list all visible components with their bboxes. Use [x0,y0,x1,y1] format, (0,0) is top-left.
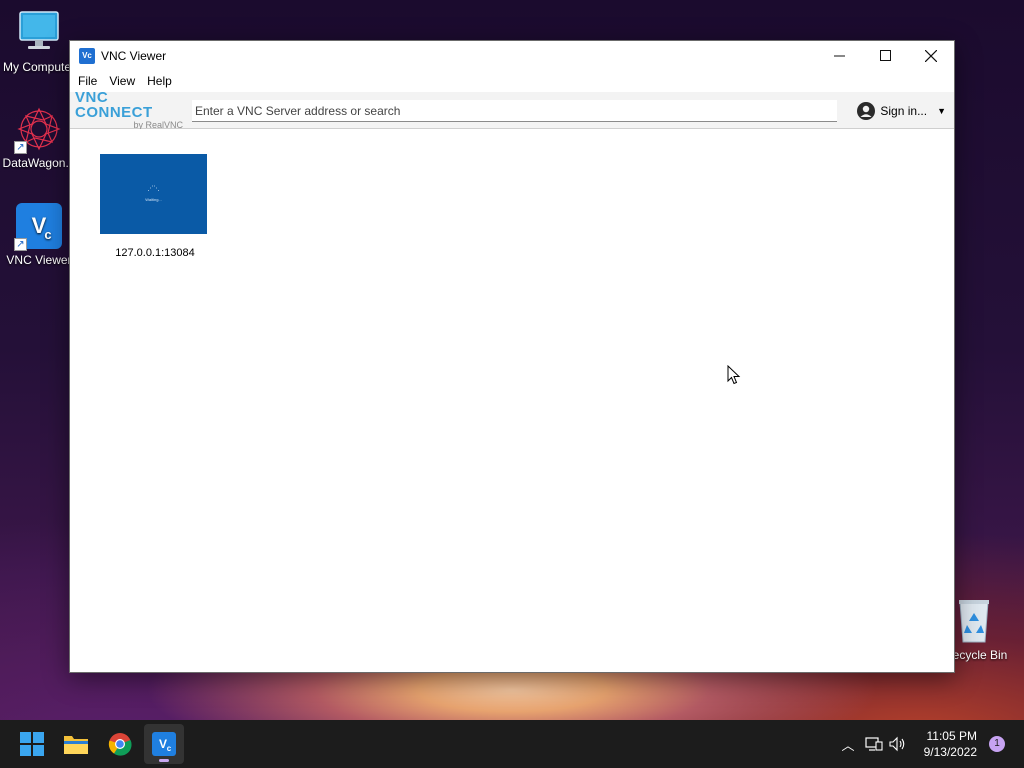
clock-time: 11:05 PM [926,729,977,743]
desktop-icon-vnc-viewer[interactable]: V c ↗ VNC Viewer [0,203,78,267]
monitor-icon [16,10,62,56]
show-hidden-icons-chevron-icon[interactable]: ︿ [838,735,858,754]
desktop-icon-label: Recycle Bin [946,648,1008,662]
clock[interactable]: 11:05 PM 9/13/2022 [924,728,977,760]
vnc-app-icon: Vc [79,47,95,64]
folder-icon [64,736,88,754]
desktop-icon-label: My Computer [2,60,76,74]
chevron-down-icon[interactable]: ▼ [937,106,946,116]
volume-icon[interactable] [889,736,907,752]
desktop-icon-label: DataWagon... [2,156,76,170]
toolbar: VNC CONNECT by RealVNC Sign in... ▼ [70,90,954,131]
desktop-icon-label: VNC Viewer [6,253,72,267]
notification-badge[interactable]: 1 [989,736,1005,752]
desktop-icon-my-computer[interactable]: My Computer [0,10,78,74]
file-explorer-button[interactable] [56,724,96,764]
start-button[interactable] [12,724,52,764]
vnc-viewer-taskbar-button[interactable]: V c [144,724,184,764]
vnc-viewer-icon: V c [152,732,176,756]
minimize-icon [833,55,845,57]
active-app-indicator [159,759,169,762]
mouse-cursor-icon [727,365,741,385]
desktop-icon-datawagon[interactable]: ↗ DataWagon... [0,106,78,170]
system-tray: ︿ [838,720,907,768]
svg-text:c: c [44,227,51,242]
maximize-icon [879,50,891,61]
clock-date: 9/13/2022 [923,745,977,759]
datawagon-logo-icon: ↗ [14,106,62,154]
vnc-viewer-window: Vc VNC Viewer File View Help VNC CONNECT… [69,40,955,673]
chrome-icon [108,733,132,756]
sign-in-button[interactable]: Sign in... ▼ [857,100,946,122]
windows-logo-icon [20,732,44,756]
vnc-connect-logo: VNC CONNECT by RealVNC [70,90,188,131]
menu-file[interactable]: File [72,74,103,88]
recycle-bin-icon [954,598,994,644]
minimize-button[interactable] [816,41,862,70]
menu-help[interactable]: Help [141,74,178,88]
brand-name: VNC CONNECT [75,88,153,121]
address-book-area: ⋰⋱ Waiting... 127.0.0.1:13084 [70,129,954,672]
connection-label: 127.0.0.1:13084 [115,247,195,259]
taskbar: V c ︿ 11:05 PM 9/13/2022 1 [0,720,1024,768]
menu-view[interactable]: View [103,74,141,88]
vnc-viewer-icon: V c ↗ [14,203,62,251]
connection-thumbnail[interactable]: ⋰⋱ Waiting... [100,154,207,234]
user-avatar-icon [857,102,876,120]
desktop-icon-recycle-bin[interactable]: Recycle Bin [946,598,1024,662]
thumbnail-status-text: Waiting... [145,197,162,202]
connection-card[interactable]: ⋰⋱ Waiting... 127.0.0.1:13084 [100,154,210,259]
shortcut-arrow-icon: ↗ [14,238,27,251]
loading-spinner-icon: ⋰⋱ [147,186,160,192]
network-icon[interactable] [865,736,883,752]
close-icon [925,49,937,62]
server-address-search-input[interactable] [192,100,837,122]
menu-bar: File View Help [70,70,954,92]
title-bar[interactable]: Vc VNC Viewer [70,41,954,70]
svg-text:c: c [167,744,172,753]
window-title: VNC Viewer [101,48,167,63]
shortcut-arrow-icon: ↗ [14,141,27,154]
close-button[interactable] [908,41,954,70]
sign-in-label: Sign in... [880,104,928,118]
chrome-button[interactable] [100,724,140,764]
maximize-button[interactable] [862,41,908,70]
